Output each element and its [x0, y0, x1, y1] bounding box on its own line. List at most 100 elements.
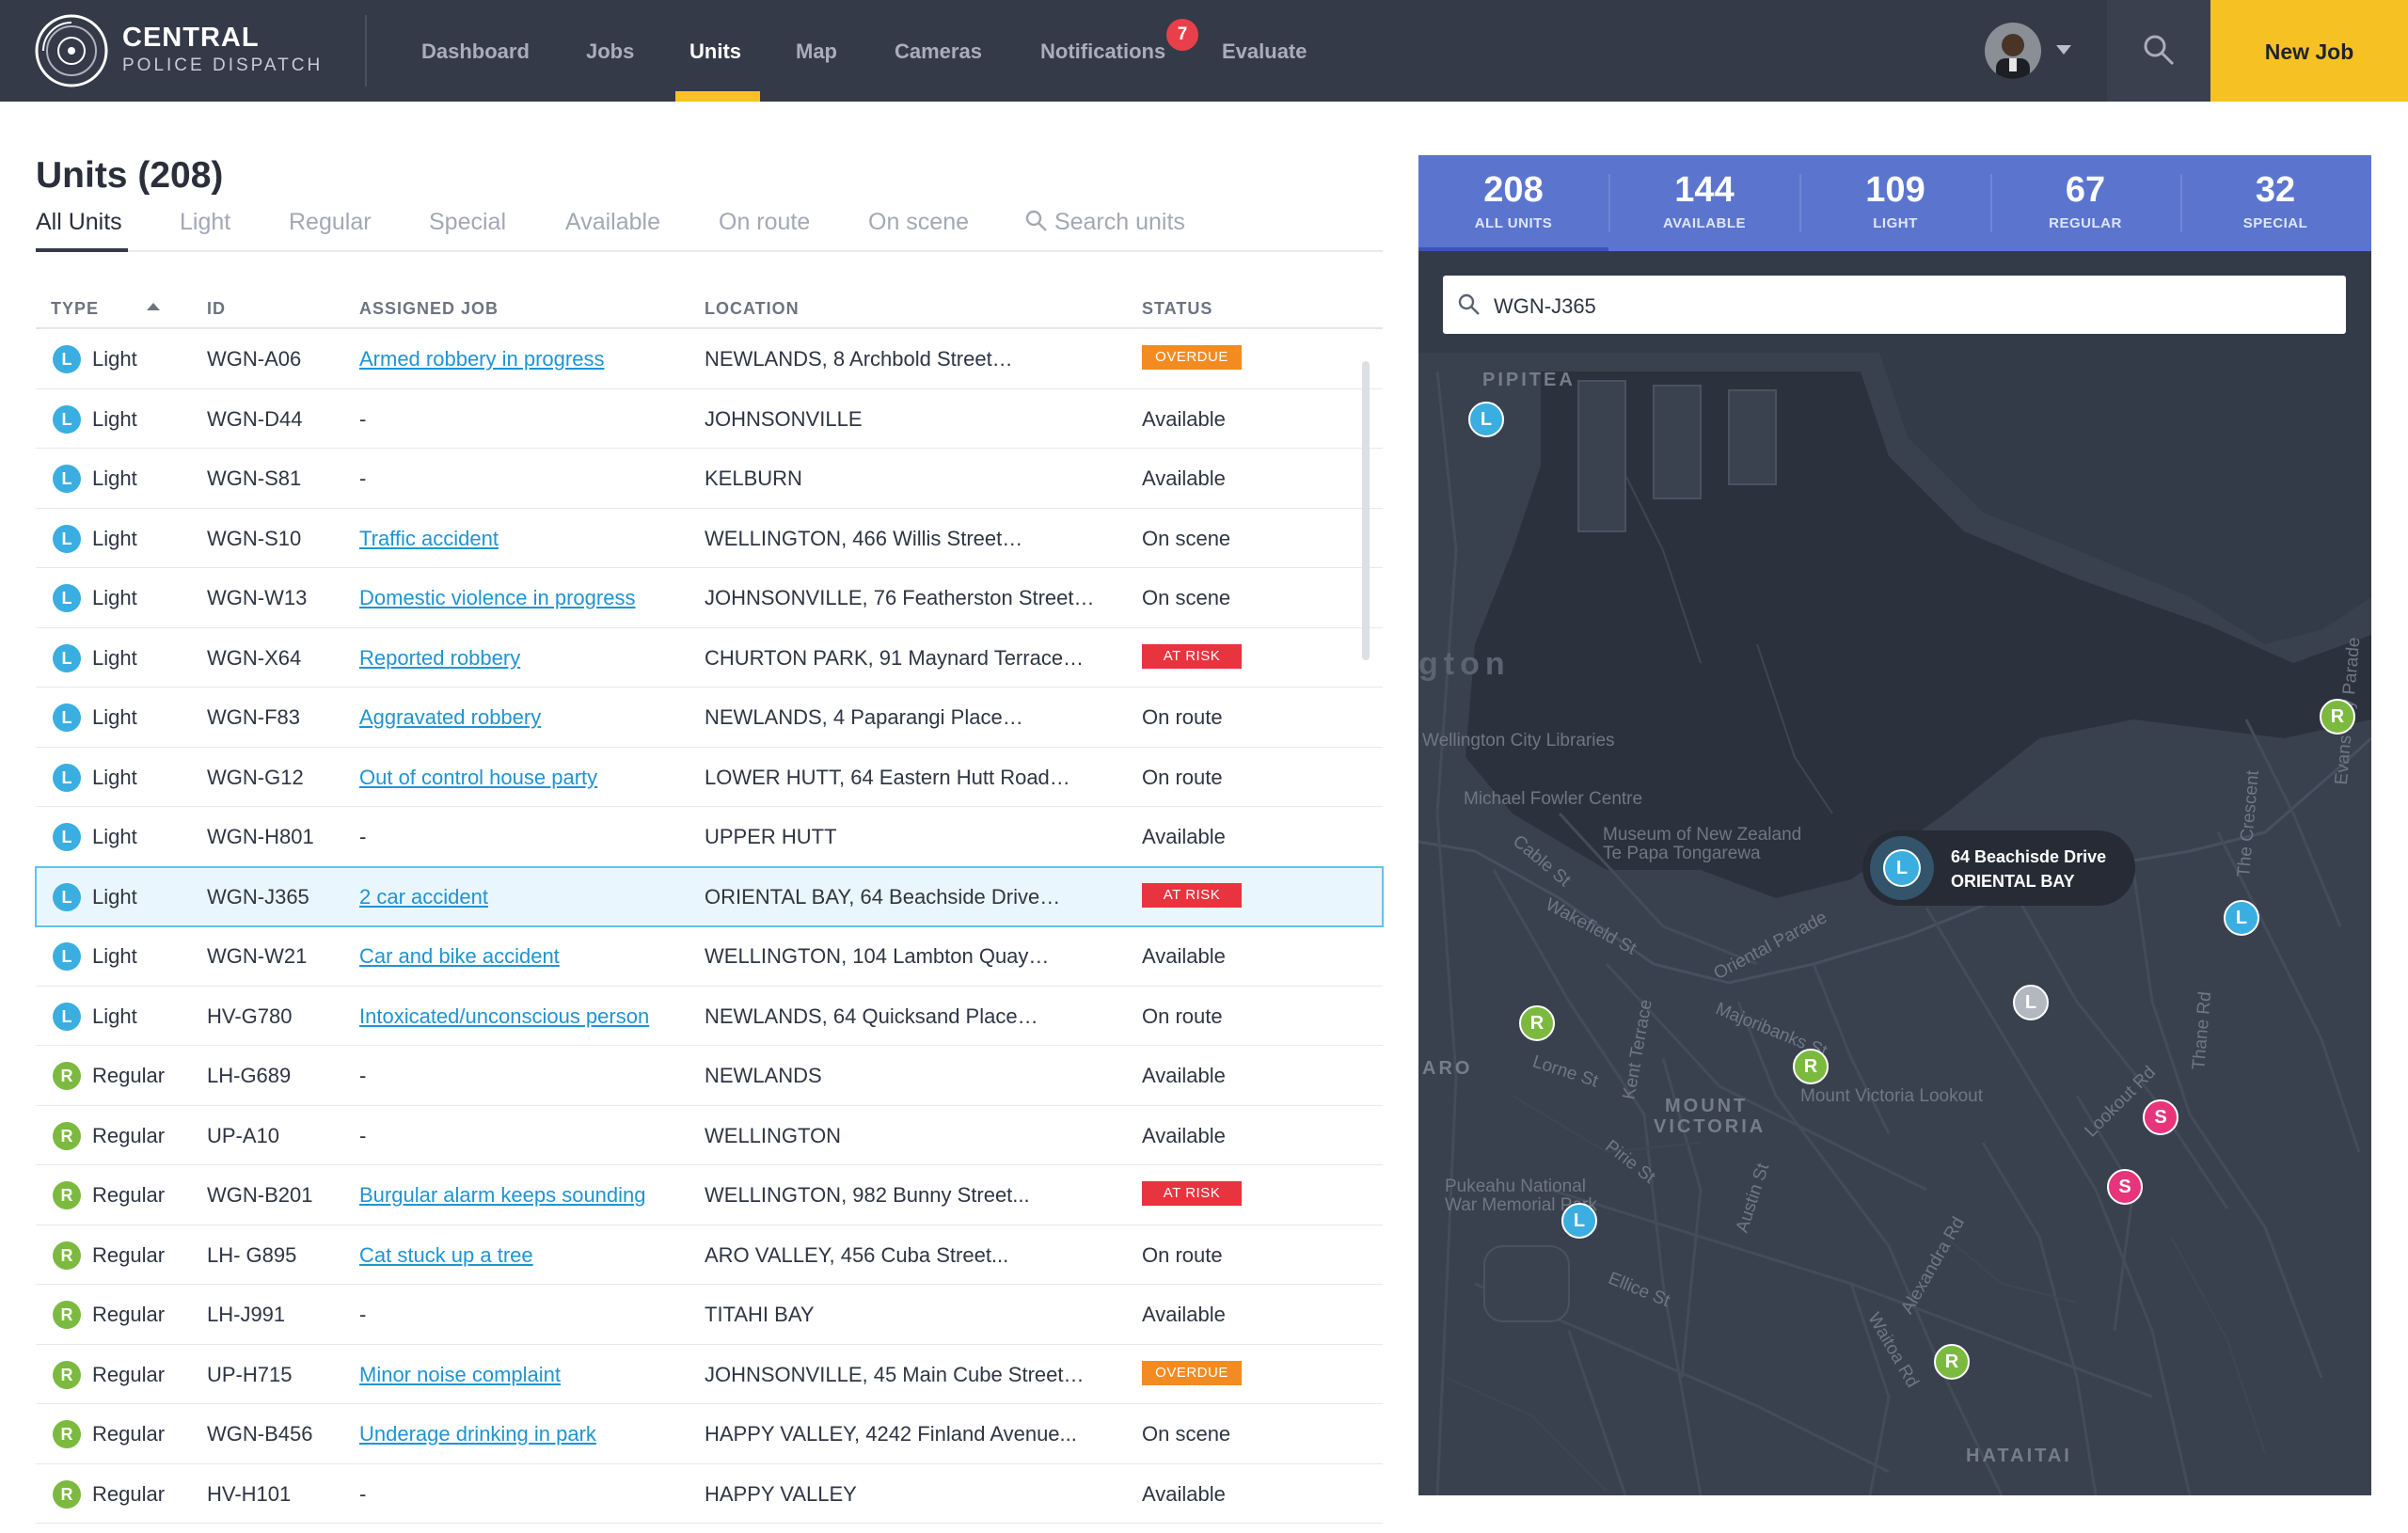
unit-status: On scene: [1142, 1422, 1231, 1446]
selected-unit-marker[interactable]: L: [1883, 849, 1921, 887]
stat-light[interactable]: 109 LIGHT: [1800, 155, 1990, 251]
stat-special[interactable]: 32 SPECIAL: [2180, 155, 2370, 251]
table-row[interactable]: L Light WGN-A06 Armed robbery in progress NE…: [36, 329, 1383, 389]
tab-on-route[interactable]: On route: [719, 209, 810, 236]
nav-jobs[interactable]: Jobs: [586, 0, 634, 102]
map-unit-marker[interactable]: R: [1793, 1049, 1829, 1084]
table-row[interactable]: R Regular UP-A10 - WELLINGTON Available: [36, 1106, 1383, 1165]
tab-on-scene[interactable]: On scene: [868, 209, 969, 236]
assigned-job-link[interactable]: Intoxicated/unconscious person: [359, 1004, 649, 1029]
assigned-job-link[interactable]: Traffic accident: [359, 527, 499, 551]
table-row[interactable]: L Light WGN-W21 Car and bike accident WELLIN…: [36, 926, 1383, 987]
chevron-down-icon[interactable]: [2056, 45, 2071, 55]
assigned-job-link[interactable]: 2 car accident: [359, 885, 488, 909]
tab-special[interactable]: Special: [429, 209, 506, 236]
map-search-input[interactable]: WGN-J365: [1443, 276, 2346, 334]
nav-evaluate[interactable]: Evaluate: [1222, 0, 1307, 102]
assigned-job-link[interactable]: Out of control house party: [359, 766, 597, 790]
assigned-job-link[interactable]: Domestic violence in progress: [359, 586, 635, 610]
map-unit-marker[interactable]: L: [1561, 1203, 1597, 1239]
nav-cameras[interactable]: Cameras: [895, 0, 982, 102]
search-units-placeholder: Search units: [1054, 209, 1185, 235]
column-location[interactable]: LOCATION: [705, 299, 800, 319]
unit-status: Available: [1142, 825, 1226, 848]
assigned-job-link[interactable]: Armed robbery in progress: [359, 347, 604, 371]
nav-notifications[interactable]: Notifications: [1040, 0, 1165, 102]
unit-type: Light: [92, 1004, 137, 1028]
map-unit-marker[interactable]: L: [2013, 985, 2049, 1020]
unit-status: Available: [1142, 1481, 1226, 1506]
map-unit-marker[interactable]: R: [1934, 1344, 1970, 1380]
table-row[interactable]: L Light WGN-D44 - JOHNSONVILLE Available: [36, 389, 1383, 449]
table-row[interactable]: R Regular LH- G895 Cat stuck up a tree ARO V…: [36, 1225, 1383, 1285]
table-row[interactable]: L Light WGN-S10 Traffic accident WELLINGTON,…: [36, 509, 1383, 568]
nav-dashboard[interactable]: Dashboard: [421, 0, 530, 102]
table-row[interactable]: R Regular LH-J991 - TITAHI BAY Available: [36, 1285, 1383, 1345]
stat-available[interactable]: 144 AVAILABLE: [1609, 155, 1799, 251]
table-row[interactable]: L Light WGN-X64 Reported robbery CHURTON PAR…: [36, 628, 1383, 687]
unit-type-badge: R: [53, 1360, 81, 1389]
unit-id: UP-A10: [207, 1123, 280, 1147]
assigned-job-link[interactable]: Cat stuck up a tree: [359, 1243, 533, 1268]
map-unit-marker[interactable]: L: [2224, 900, 2259, 936]
column-type[interactable]: TYPE: [51, 299, 99, 319]
assigned-job-link[interactable]: Aggravated robbery: [359, 705, 541, 730]
unit-location: HAPPY VALLEY, 4242 Finland Avenue...: [705, 1422, 1077, 1446]
stat-all-units[interactable]: 208 ALL UNITS: [1418, 155, 1608, 251]
map-unit-marker[interactable]: R: [2320, 699, 2355, 735]
table-row[interactable]: R Regular UP-H715 Minor noise complaint JOHN…: [36, 1345, 1383, 1404]
tab-all-units[interactable]: All Units: [36, 209, 122, 236]
unit-type: Light: [92, 944, 137, 968]
assigned-job-link[interactable]: Underage drinking in park: [359, 1422, 596, 1446]
unit-type: Light: [92, 347, 137, 371]
unit-type-badge: L: [53, 763, 81, 792]
status-badge: OVERDUE: [1142, 345, 1242, 370]
table-row[interactable]: L Light WGN-H801 - UPPER HUTT Available: [36, 807, 1383, 867]
column-assigned-job[interactable]: ASSIGNED JOB: [359, 299, 499, 319]
tab-light[interactable]: Light: [180, 209, 230, 236]
unit-type: Light: [92, 884, 137, 909]
table-row[interactable]: L Light HV-G780 Intoxicated/unconscious per…: [36, 987, 1383, 1046]
unit-location: CHURTON PARK, 91 Maynard Terrace…: [705, 645, 1085, 670]
unit-status: Available: [1142, 1123, 1226, 1147]
table-scrollbar[interactable]: [1362, 361, 1370, 660]
selected-unit-callout[interactable]: L 64 Beachisde Drive ORIENTAL BAY: [1862, 830, 2135, 906]
table-row[interactable]: L Light WGN-S81 - KELBURN Available: [36, 449, 1383, 509]
active-tab-indicator: [36, 248, 128, 252]
assigned-job-link[interactable]: Car and bike accident: [359, 944, 560, 969]
assigned-job-link[interactable]: Reported robbery: [359, 646, 520, 671]
new-job-button[interactable]: New Job: [2210, 0, 2408, 102]
assigned-job-link[interactable]: Burgular alarm keeps sounding: [359, 1183, 646, 1208]
status-badge: OVERDUE: [1142, 1360, 1242, 1385]
unit-location: WELLINGTON: [705, 1123, 842, 1147]
table-row[interactable]: R Regular WGN-B456 Underage drinking in par…: [36, 1404, 1383, 1464]
table-row[interactable]: L Light WGN-W13 Domestic violence in progre…: [36, 568, 1383, 628]
sort-ascending-icon[interactable]: [147, 303, 160, 310]
nav-units[interactable]: Units: [689, 0, 741, 102]
unit-type: Light: [92, 406, 137, 431]
search-units-input[interactable]: Search units: [1025, 209, 1185, 236]
unit-id: WGN-X64: [207, 645, 302, 670]
user-avatar[interactable]: [1985, 23, 2041, 79]
map-unit-marker[interactable]: S: [2143, 1099, 2178, 1135]
assigned-job-link[interactable]: Minor noise complaint: [359, 1363, 561, 1387]
tab-available[interactable]: Available: [565, 209, 660, 236]
nav-map[interactable]: Map: [796, 0, 837, 102]
global-search-button[interactable]: [2107, 0, 2210, 102]
stat-regular[interactable]: 67 REGULAR: [1990, 155, 2180, 251]
tab-regular[interactable]: Regular: [289, 209, 372, 236]
unit-id: HV-H101: [207, 1481, 292, 1506]
map-unit-marker[interactable]: L: [1468, 402, 1504, 437]
table-row[interactable]: L Light WGN-G12 Out of control house party L…: [36, 748, 1383, 807]
table-row[interactable]: R Regular WGN-B201 Burgular alarm keeps sou…: [36, 1165, 1383, 1225]
map-label-fowler: Michael Fowler Centre: [1464, 789, 1643, 809]
table-row[interactable]: L Light WGN-F83 Aggravated robbery NEWLANDS,…: [36, 687, 1383, 748]
column-status[interactable]: STATUS: [1142, 299, 1212, 319]
column-id[interactable]: ID: [207, 299, 226, 319]
table-row[interactable]: L Light WGN-J365 2 car accident ORIENTAL BAY…: [35, 865, 1384, 927]
map-unit-marker[interactable]: R: [1519, 1005, 1555, 1041]
table-row[interactable]: R Regular HV-H101 - HAPPY VALLEY Available: [36, 1464, 1383, 1524]
table-row[interactable]: R Regular LH-G689 - NEWLANDS Available: [36, 1046, 1383, 1106]
map-unit-marker[interactable]: S: [2107, 1169, 2143, 1205]
city-map[interactable]: [1418, 155, 2371, 1495]
